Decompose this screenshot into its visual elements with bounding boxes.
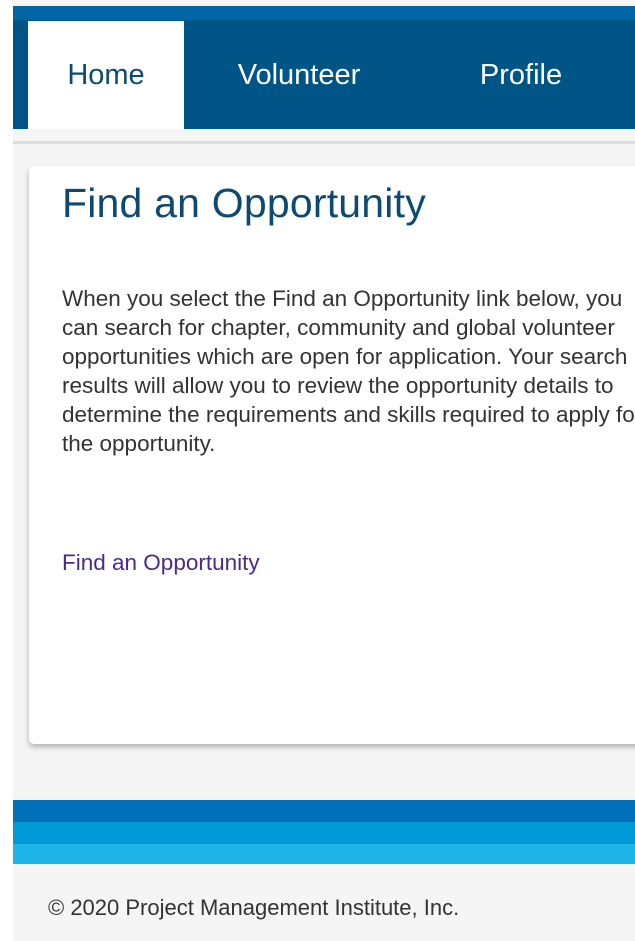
card-description: When you select the Find an Opportunity … [62, 286, 635, 456]
tab-profile[interactable]: Profile [453, 21, 589, 129]
footer: © 2020 Project Management Institute, Inc… [13, 864, 635, 941]
content-area: Home Volunteer Profile Find an Opportuni… [13, 0, 635, 941]
top-navigation: Home Volunteer Profile [13, 6, 635, 129]
card-title: Find an Opportunity [62, 180, 426, 226]
find-opportunity-card: Find an Opportunity When you select the … [29, 166, 635, 744]
navbar-top-stripe [13, 6, 635, 20]
tab-volunteer[interactable]: Volunteer [213, 21, 385, 129]
find-opportunity-link[interactable]: Find an Opportunity [62, 550, 260, 576]
copyright-text: © 2020 Project Management Institute, Inc… [48, 895, 460, 920]
footer-stripe-light [13, 844, 635, 864]
footer-stripe-dark [13, 800, 635, 822]
nav-divider [13, 141, 635, 144]
page: Home Volunteer Profile Find an Opportuni… [0, 0, 635, 941]
tab-home[interactable]: Home [28, 21, 184, 129]
footer-stripe-mid [13, 822, 635, 844]
